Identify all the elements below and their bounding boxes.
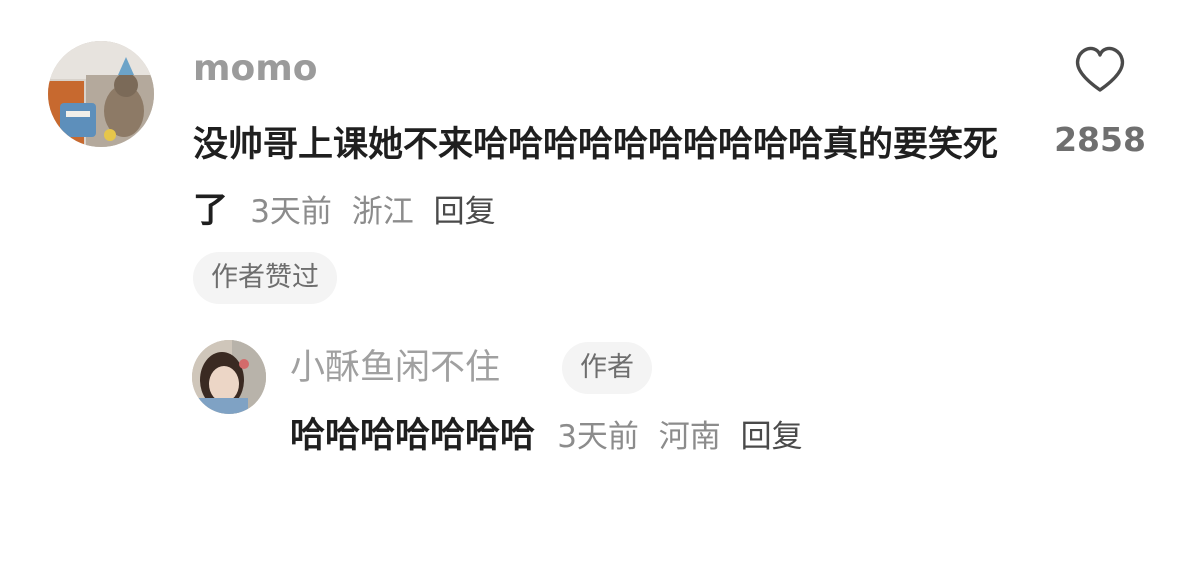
comment-text-block: 没帅哥上课她不来哈哈哈哈哈哈哈哈哈哈真的要笑死了 3天前 浙江 回复 — [193, 112, 1018, 245]
reply-time: 3天前 — [557, 419, 639, 455]
reply-location: 河南 — [658, 419, 721, 455]
reply-username[interactable]: 小酥鱼闲不住 — [290, 345, 500, 391]
comment-location: 浙江 — [351, 194, 414, 230]
reply-reply-button[interactable]: 回复 — [741, 419, 803, 455]
comment-meta: 3天前 浙江 回复 — [240, 194, 495, 230]
reply-button[interactable]: 回复 — [434, 194, 496, 230]
author-liked-badge: 作者赞过 — [193, 252, 337, 304]
avatar[interactable] — [48, 41, 154, 147]
author-badge: 作者 — [562, 342, 652, 394]
heart-outline-icon[interactable] — [1072, 42, 1128, 98]
comment-username[interactable]: momo — [193, 46, 318, 92]
reply-text-block: 哈哈哈哈哈哈哈 3天前 河南 回复 — [290, 408, 803, 465]
reply-text: 哈哈哈哈哈哈哈 — [290, 416, 536, 456]
reply-avatar[interactable] — [192, 340, 266, 414]
like-count: 2858 — [1054, 120, 1146, 159]
comment-time: 3天前 — [250, 194, 332, 230]
reply-meta: 3天前 河南 回复 — [547, 419, 802, 455]
like-button[interactable]: 2858 — [1052, 42, 1148, 160]
